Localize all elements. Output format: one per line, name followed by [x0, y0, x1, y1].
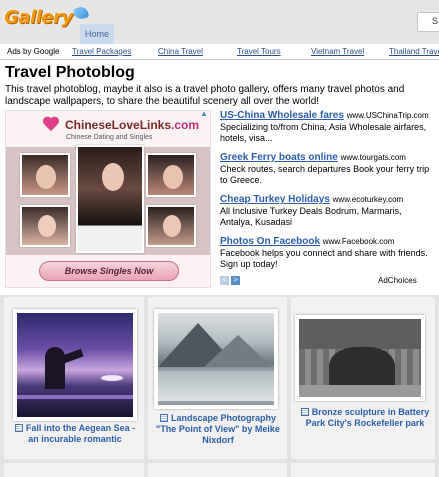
site-logo[interactable]: Gallery	[4, 4, 89, 30]
ad-title[interactable]: Cheap Turkey Holidays	[220, 194, 330, 205]
photo-icon	[14, 424, 23, 432]
gallery-cell: Bronze sculpture in Battery Park City's …	[291, 297, 435, 459]
banner-photo-strip	[6, 145, 210, 255]
profile-photo	[20, 153, 70, 197]
gallery-caption[interactable]: Fall into the Aegean Sea - an incurable …	[10, 423, 140, 445]
browse-singles-button[interactable]: Browse Singles Now	[39, 261, 179, 281]
ad-body: All Inclusive Turkey Deals Bodrum, Marma…	[220, 206, 402, 227]
ad-links-bar: Ads by Google Travel Packages China Trav…	[0, 44, 439, 60]
ad-link-thailand-travel[interactable]: Thailand Travel	[389, 47, 439, 56]
profile-photo	[146, 205, 196, 247]
ads-by-google-label[interactable]: Ads by Google	[7, 47, 59, 56]
ad-body: Facebook helps you connect and share wit…	[220, 248, 428, 269]
adchoices-link[interactable]: AdChoices	[378, 276, 417, 285]
text-ad[interactable]: Photos On Facebook www.Facebook.com Face…	[220, 236, 435, 270]
prev-ad-button[interactable]: <	[220, 276, 229, 285]
site-header: Gallery Home S	[0, 0, 439, 44]
ad-link-vietnam-travel[interactable]: Vietnam Travel	[311, 47, 364, 56]
gallery-thumbnail[interactable]	[295, 315, 425, 401]
dating-banner-ad[interactable]: ChineseLoveLinks.com Chinese Dating and …	[5, 110, 211, 288]
photo-icon	[300, 408, 309, 416]
banner-logo: ChineseLoveLinks.com	[42, 117, 199, 133]
gallery-thumbnail[interactable]	[154, 309, 278, 409]
text-ad[interactable]: US-China Wholesale fares www.USChinaTrip…	[220, 110, 435, 144]
profile-photo	[146, 153, 196, 197]
gallery-cell	[148, 463, 287, 477]
gallery-cell	[291, 463, 435, 477]
photo-icon	[159, 414, 168, 422]
ad-url[interactable]: www.ecoturkey.com	[333, 195, 404, 204]
logo-text: Gallery	[4, 6, 73, 28]
ad-link-travel-tours[interactable]: Travel Tours	[237, 47, 281, 56]
nav-home-tab[interactable]: Home	[80, 24, 114, 44]
page-title: Travel Photoblog	[5, 64, 135, 81]
gallery-thumbnail[interactable]	[13, 309, 137, 421]
search-input[interactable]: S	[417, 12, 439, 32]
gallery-cell	[4, 463, 144, 477]
ad-url[interactable]: www.Facebook.com	[323, 237, 395, 246]
gallery-cell: Fall into the Aegean Sea - an incurable …	[4, 297, 144, 459]
ad-title[interactable]: Photos On Facebook	[220, 236, 320, 247]
ad-body: Check routes, search departures Book you…	[220, 164, 430, 185]
photo-gallery-grid: Fall into the Aegean Sea - an incurable …	[0, 295, 439, 477]
ad-url[interactable]: www.tourgats.com	[341, 153, 406, 162]
ad-link-travel-packages[interactable]: Travel Packages	[72, 47, 131, 56]
profile-photo-main	[76, 145, 144, 253]
gallery-cell: Landscape Photography "The Point of View…	[148, 297, 287, 459]
profile-photo	[20, 205, 70, 247]
ad-link-china-travel[interactable]: China Travel	[158, 47, 203, 56]
next-ad-button[interactable]: >	[231, 276, 240, 285]
text-ad[interactable]: Cheap Turkey Holidays www.ecoturkey.com …	[220, 194, 435, 228]
text-ads-block: US-China Wholesale fares www.USChinaTrip…	[220, 110, 435, 278]
banner-brand: ChineseLoveLinks	[65, 118, 172, 132]
ad-body: Specializing to/from China, Asia Wholesa…	[220, 122, 427, 143]
logo-swoosh-icon	[72, 5, 89, 21]
banner-tagline: Chinese Dating and Singles	[66, 134, 153, 141]
ad-pager: < >	[220, 276, 240, 285]
page-intro: This travel photoblog, maybe it also is …	[5, 84, 405, 107]
ad-title[interactable]: US-China Wholesale fares	[220, 110, 344, 121]
gallery-caption[interactable]: Bronze sculpture in Battery Park City's …	[299, 407, 431, 429]
ad-url[interactable]: www.USChinaTrip.com	[347, 111, 429, 120]
ad-title[interactable]: Greek Ferry boats online	[220, 152, 338, 163]
text-ad[interactable]: Greek Ferry boats online www.tourgats.co…	[220, 152, 435, 186]
ad-info-icon[interactable]: ▲	[200, 109, 210, 119]
banner-brand-suffix: .com	[171, 118, 200, 132]
heart-icon	[42, 117, 60, 133]
gallery-caption[interactable]: Landscape Photography "The Point of View…	[152, 413, 284, 446]
